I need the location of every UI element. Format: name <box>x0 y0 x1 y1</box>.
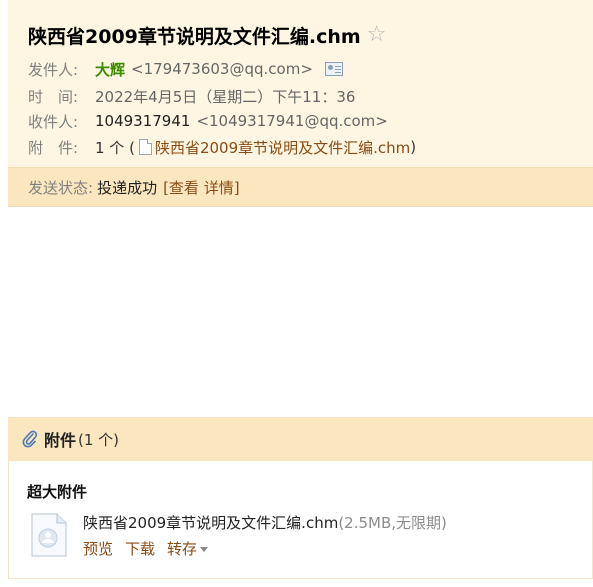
time-value: 2022年4月5日（星期二）下午11：36 <box>95 87 356 106</box>
file-icon <box>138 139 152 155</box>
view-details-link[interactable]: [查看 详情] <box>163 177 239 198</box>
attachments-title: 附件 <box>44 431 77 450</box>
mail-read-view: 陕西省2009章节说明及文件汇编.chm ☆ 发件人: 大辉 <17947360… <box>0 0 593 587</box>
file-meta: (2.5MB,无限期) <box>338 514 447 532</box>
send-status-bar: 发送状态: 投递成功 [查看 详情] <box>8 167 593 206</box>
file-name-row: 陕西省2009章节说明及文件汇编.chm(2.5MB,无限期) <box>83 512 447 533</box>
file-actions: 预览 下载 转存 <box>83 538 220 559</box>
large-attachment-title: 超大附件 <box>27 483 88 501</box>
time-label: 时 间: <box>28 87 79 106</box>
chevron-down-icon <box>200 547 209 552</box>
subject-row: 陕西省2009章节说明及文件汇编.chm ☆ <box>28 20 386 50</box>
attachment-row: 附 件: 1 个 ( 陕西省2009章节说明及文件汇编.chm ) <box>28 135 416 159</box>
attachments-panel: 附件 (1 个) 超大附件 陕西省2009章节说明及文件汇编.chm(2.5MB… <box>8 417 593 579</box>
sender-address[interactable]: <179473603@qq.com> <box>131 60 313 78</box>
attachment-close-paren: ) <box>410 138 417 156</box>
recipient-row: 收件人: 1049317941 <1049317941@qq.com> <box>28 109 388 133</box>
attachments-body: 超大附件 陕西省2009章节说明及文件汇编.chm(2.5MB,无限期) 预览 … <box>8 461 593 579</box>
sender-label: 发件人: <box>28 60 79 79</box>
file-name[interactable]: 陕西省2009章节说明及文件汇编.chm <box>83 514 338 532</box>
download-link[interactable]: 下载 <box>125 538 155 559</box>
recipient-address[interactable]: <1049317941@qq.com> <box>196 112 387 130</box>
attachment-count: 1 个 ( <box>95 138 135 157</box>
recipient-name[interactable]: 1049317941 <box>95 112 190 130</box>
mail-header: 陕西省2009章节说明及文件汇编.chm ☆ 发件人: 大辉 <17947360… <box>8 0 593 207</box>
save-to-label: 转存 <box>167 540 198 558</box>
sender-name[interactable]: 大辉 <box>95 59 125 80</box>
attachment-link[interactable]: 陕西省2009章节说明及文件汇编.chm <box>155 137 410 158</box>
send-status-value: 投递成功 <box>97 178 158 197</box>
send-status-label: 发送状态: <box>28 178 94 197</box>
time-row: 时 间: 2022年4月5日（星期二）下午11：36 <box>28 84 355 108</box>
contact-card-icon[interactable] <box>324 62 343 76</box>
attachments-count: (1 个) <box>78 430 120 449</box>
file-thumbnail-icon <box>31 513 67 557</box>
preview-link[interactable]: 预览 <box>83 538 113 559</box>
attachment-label: 附 件: <box>28 138 79 157</box>
star-icon[interactable]: ☆ <box>367 24 387 46</box>
sender-row: 发件人: 大辉 <179473603@qq.com> <box>28 57 343 81</box>
attachments-header: 附件 (1 个) <box>8 417 593 461</box>
save-to-menu[interactable]: 转存 <box>167 538 209 559</box>
mail-subject: 陕西省2009章节说明及文件汇编.chm <box>28 25 361 48</box>
paperclip-icon <box>22 430 38 448</box>
recipient-label: 收件人: <box>28 112 79 131</box>
